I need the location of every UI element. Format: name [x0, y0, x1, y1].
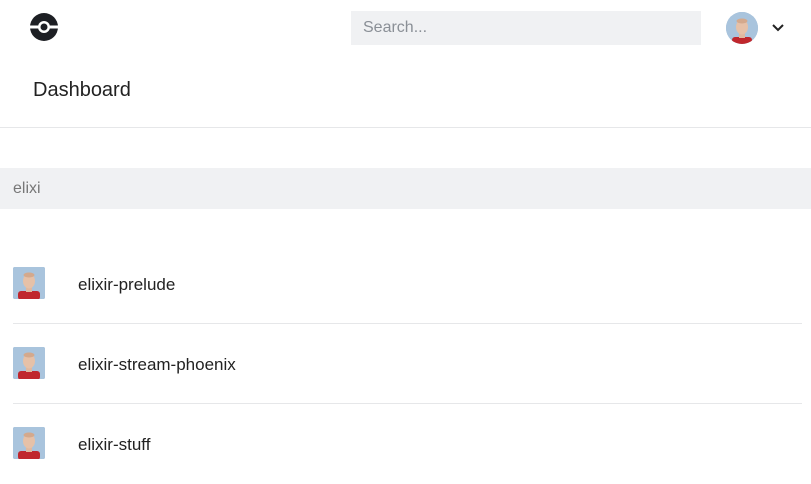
repo-name[interactable]: elixir-prelude [78, 275, 175, 295]
chevron-down-icon [770, 20, 786, 36]
page-title: Dashboard [33, 79, 131, 101]
repo-list: elixir-prelude elixir-stream-phoenix eli… [13, 244, 802, 484]
repo-owner-avatar [13, 267, 45, 299]
logo-icon[interactable] [29, 12, 59, 42]
repo-owner-avatar [13, 427, 45, 459]
search-input[interactable] [351, 11, 701, 45]
list-item[interactable]: elixir-prelude [13, 244, 802, 324]
user-avatar [726, 12, 758, 44]
repo-owner-avatar [13, 347, 45, 379]
repo-name[interactable]: elixir-stuff [78, 435, 150, 455]
header-divider [0, 127, 811, 128]
user-menu-button[interactable] [726, 12, 788, 44]
list-item[interactable]: elixir-stuff [13, 404, 802, 484]
list-item[interactable]: elixir-stream-phoenix [13, 324, 802, 404]
repo-filter-input[interactable] [0, 168, 811, 209]
repo-name[interactable]: elixir-stream-phoenix [78, 355, 236, 375]
top-bar [0, 0, 811, 56]
